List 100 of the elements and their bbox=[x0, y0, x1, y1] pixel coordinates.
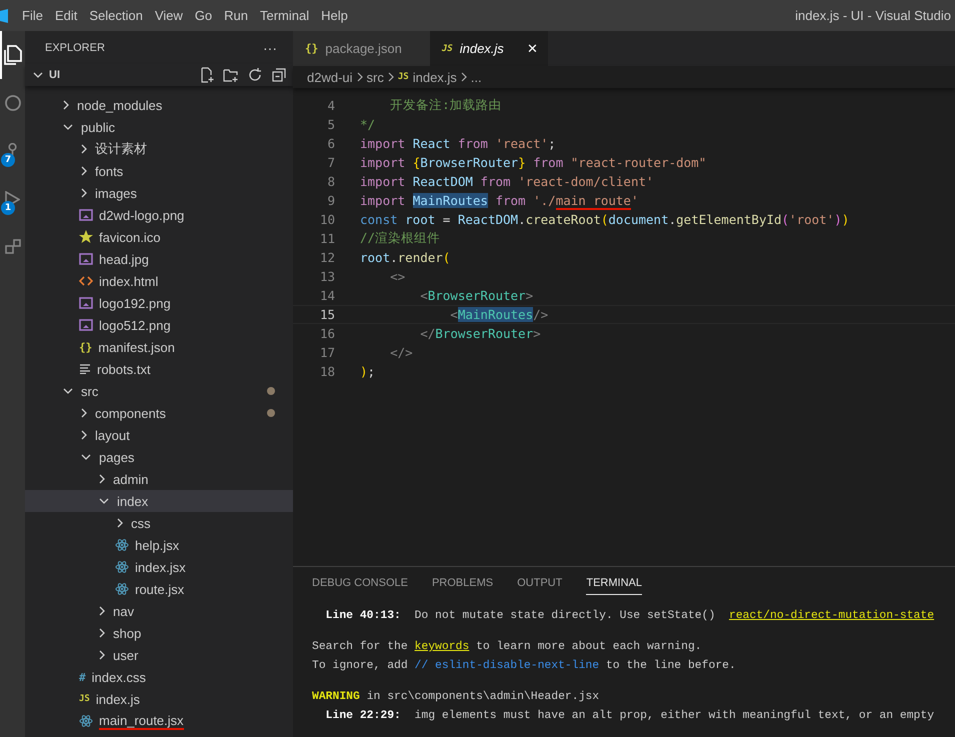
code-line: root.render( bbox=[359, 250, 450, 265]
panel-tab[interactable]: PROBLEMS bbox=[432, 577, 494, 595]
breadcrumb-item[interactable]: src bbox=[366, 70, 384, 84]
atom-icon bbox=[115, 538, 129, 552]
tree-item[interactable]: images bbox=[25, 182, 293, 204]
chevron-right-icon bbox=[63, 100, 69, 110]
chevron-down-icon bbox=[81, 454, 91, 460]
line-number: 4 bbox=[326, 98, 335, 113]
menu-item[interactable]: Selection bbox=[83, 8, 149, 23]
file-name: admin bbox=[113, 472, 148, 486]
count-badge: 7 bbox=[1, 153, 15, 167]
tree-item[interactable]: index.jsx bbox=[25, 556, 293, 578]
line-number: 14 bbox=[318, 288, 335, 303]
app-logo-icon bbox=[0, 8, 8, 22]
file-name: index.jsx bbox=[135, 560, 186, 574]
tree-item[interactable]: pages bbox=[25, 446, 293, 468]
terminal-line: Line 40:13: Do not mutate state directly. Use setState() react/no-direct-mutation-state bbox=[324, 608, 936, 624]
tree-item[interactable]: node_modules bbox=[25, 94, 293, 116]
more-actions-button[interactable]: ··· bbox=[263, 40, 277, 56]
tree-item[interactable]: fonts bbox=[25, 160, 293, 182]
panel-tab[interactable]: TERMINAL bbox=[586, 577, 642, 595]
code-line: ); bbox=[359, 364, 376, 379]
tree-item[interactable]: css bbox=[25, 512, 293, 534]
tree-item[interactable]: {} manifest.json bbox=[25, 336, 293, 358]
line-number: 16 bbox=[318, 326, 335, 341]
menu-item[interactable]: Go bbox=[188, 8, 218, 23]
code-line: </> bbox=[389, 345, 413, 360]
code-line: import {BrowserRouter} from "react-router-dom" bbox=[359, 155, 706, 170]
menu-item[interactable]: View bbox=[148, 8, 189, 23]
count-badge: 1 bbox=[1, 201, 15, 215]
menu-item[interactable]: Edit bbox=[48, 8, 84, 23]
tree-item[interactable]: 设计素材 bbox=[25, 138, 293, 160]
atom-icon bbox=[115, 560, 129, 574]
tree-item[interactable]: route.jsx bbox=[25, 578, 293, 600]
tree-item[interactable]: index.html bbox=[25, 270, 293, 292]
menu-item[interactable]: Run bbox=[218, 8, 254, 23]
tree-item[interactable]: logo192.png bbox=[25, 292, 293, 314]
tree-item[interactable]: main_route.jsx bbox=[25, 710, 293, 732]
new-file-icon[interactable] bbox=[199, 67, 215, 83]
close-button[interactable]: ✕ bbox=[526, 41, 538, 56]
tree-item[interactable]: favicon.ico bbox=[25, 226, 293, 248]
file-type-icon: {} bbox=[79, 340, 92, 354]
activity-bar-button[interactable] bbox=[0, 31, 25, 79]
tree-item[interactable]: layout bbox=[25, 424, 293, 446]
tree-item[interactable]: help.jsx bbox=[25, 534, 293, 556]
breadcrumb-item[interactable]: index.js bbox=[412, 70, 457, 84]
file-name: route.jsx bbox=[135, 582, 184, 596]
chevron-right-icon bbox=[81, 166, 87, 176]
tree-item[interactable]: src bbox=[25, 380, 293, 402]
editor-tab[interactable]: {} package.json bbox=[293, 31, 430, 66]
file-name: 设计素材 bbox=[95, 140, 147, 158]
panel-tab[interactable]: OUTPUT bbox=[517, 577, 562, 595]
file-name: layout bbox=[95, 428, 130, 442]
tree-item[interactable]: public bbox=[25, 116, 293, 138]
panel-tab[interactable]: DEBUG CONSOLE bbox=[312, 577, 408, 595]
file-name: favicon.ico bbox=[99, 230, 160, 244]
chevron-down-icon bbox=[99, 498, 109, 504]
tab-label: package.json bbox=[325, 41, 403, 56]
file-name: fonts bbox=[95, 164, 124, 178]
workspace-root[interactable]: UI bbox=[49, 69, 60, 81]
code-line: import React from 'react'; bbox=[359, 136, 556, 151]
code-line: import MainRoutes from './main route' bbox=[359, 193, 638, 208]
editor-tab[interactable]: JS index.js ✕ bbox=[430, 31, 548, 66]
tree-item[interactable]: nav bbox=[25, 600, 293, 622]
tree-item[interactable]: shop bbox=[25, 622, 293, 644]
breadcrumb-item[interactable]: ... bbox=[470, 70, 482, 84]
chevron-down-icon bbox=[63, 124, 73, 130]
chevron-right-icon bbox=[81, 144, 87, 154]
tree-item[interactable]: d2wd-logo.png bbox=[25, 204, 293, 226]
tree-item[interactable]: admin bbox=[25, 468, 293, 490]
menu-item[interactable]: Help bbox=[315, 8, 354, 23]
activity-bar-button[interactable]: 1 bbox=[0, 175, 25, 223]
line-number: 8 bbox=[326, 174, 335, 189]
line-number: 18 bbox=[318, 364, 335, 379]
new-folder-icon[interactable] bbox=[223, 67, 239, 83]
chevron-right-icon bbox=[356, 72, 363, 82]
file-name: user bbox=[113, 648, 138, 662]
tree-item[interactable]: logo512.png bbox=[25, 314, 293, 336]
tree-item[interactable]: robots.txt bbox=[25, 358, 293, 380]
file-name: d2wd-logo.png bbox=[99, 208, 184, 222]
tree-item[interactable]: JS index.js bbox=[25, 688, 293, 710]
tree-item[interactable]: head.jpg bbox=[25, 248, 293, 270]
file-name: main_route.jsx bbox=[99, 712, 184, 730]
menu-item[interactable]: Terminal bbox=[254, 8, 316, 23]
tree-item[interactable]: user bbox=[25, 644, 293, 666]
code-line: </BrowserRouter> bbox=[419, 326, 541, 341]
refresh-icon[interactable] bbox=[247, 67, 263, 83]
tree-item[interactable]: # index.css bbox=[25, 666, 293, 688]
tree-item[interactable]: components bbox=[25, 402, 293, 424]
tree-item[interactable]: index bbox=[25, 490, 293, 512]
activity-bar-button[interactable]: 7 bbox=[0, 127, 25, 175]
image-file-icon bbox=[79, 253, 93, 265]
file-name: help.jsx bbox=[135, 538, 180, 552]
collapse-all-icon[interactable] bbox=[271, 67, 287, 83]
file-name: index bbox=[117, 494, 148, 508]
menu-item[interactable]: File bbox=[16, 8, 49, 23]
chevron-right-icon bbox=[81, 430, 87, 440]
terminal-line: Search for the keywords to learn more about each warning. bbox=[312, 640, 703, 655]
breadcrumb-item[interactable]: d2wd-ui bbox=[307, 70, 353, 84]
terminal-line: To ignore, add // eslint-disable-next-line to the line before. bbox=[312, 658, 737, 674]
